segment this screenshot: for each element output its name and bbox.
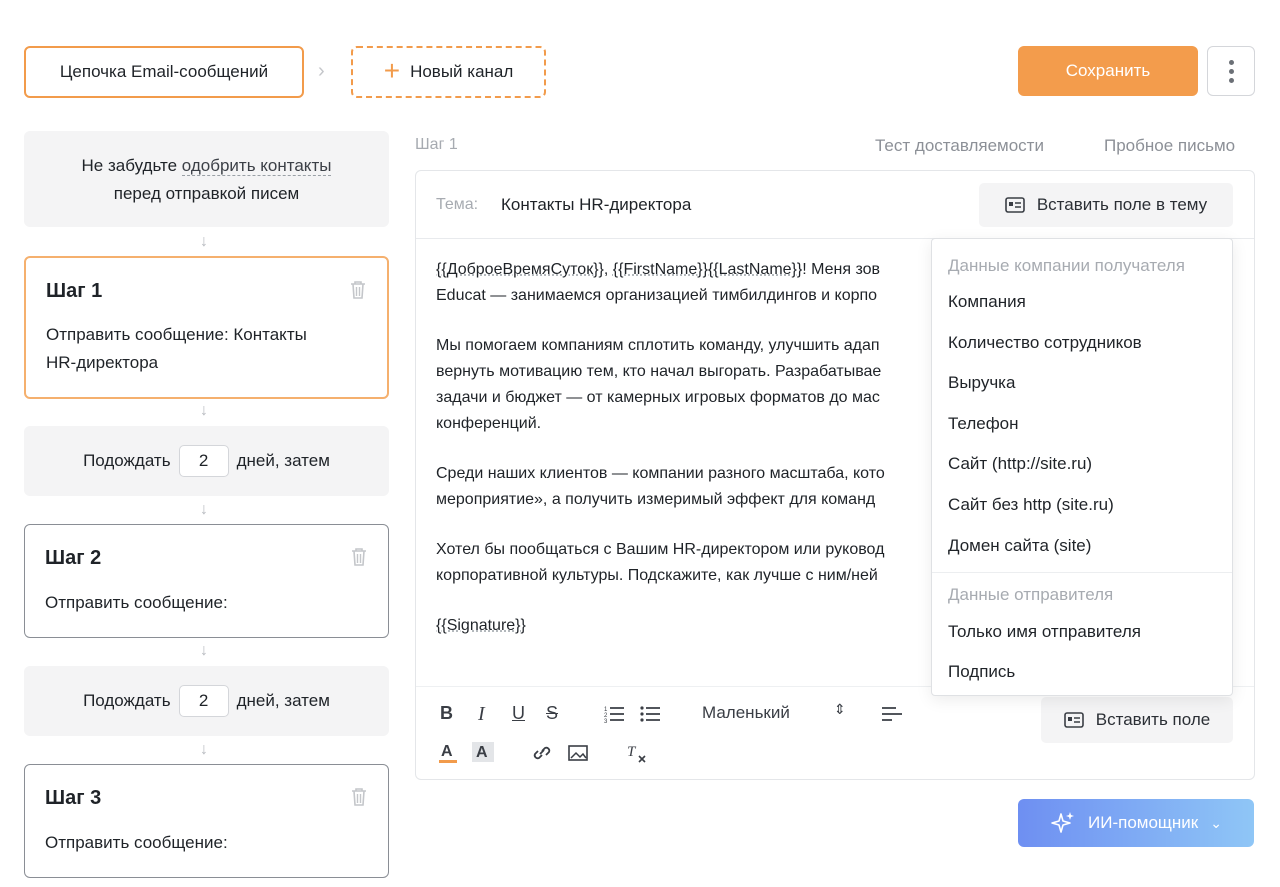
wait-label: Подождать bbox=[83, 691, 171, 710]
subject-row: Тема: Контакты HR-директора Вставить пол… bbox=[416, 171, 1254, 239]
wait-label: Подождать bbox=[83, 451, 171, 470]
test-email-link[interactable]: Пробное письмо bbox=[1104, 136, 1235, 156]
wait-days-input[interactable]: 2 bbox=[178, 685, 229, 717]
link-icon[interactable] bbox=[532, 744, 552, 762]
clear-formatting-icon[interactable]: T bbox=[626, 743, 648, 763]
subject-label: Тема: bbox=[436, 196, 479, 213]
bold-icon[interactable]: B bbox=[440, 703, 453, 724]
arrow-down-icon: ↓ bbox=[200, 501, 208, 518]
subject-input[interactable]: Контакты HR-директора bbox=[501, 195, 691, 215]
highlight-color-icon[interactable]: A bbox=[472, 741, 494, 765]
plus-icon: + bbox=[383, 54, 401, 86]
trash-icon[interactable] bbox=[350, 787, 368, 807]
dot-icon bbox=[1228, 59, 1234, 65]
id-card-icon bbox=[1005, 197, 1025, 213]
wait-days-input[interactable]: 2 bbox=[178, 445, 229, 477]
trash-icon[interactable] bbox=[350, 547, 368, 567]
arrow-down-icon: ↓ bbox=[200, 402, 208, 419]
reminder-suffix: перед отправкой писем bbox=[113, 184, 300, 203]
chevron-down-icon: ⌄ bbox=[1210, 814, 1222, 831]
reminder-prefix: Не забудьте bbox=[81, 156, 178, 175]
step-card-3[interactable]: Шаг 3 Отправить сообщение: bbox=[24, 764, 389, 878]
field-phone[interactable]: Телефон bbox=[948, 414, 1019, 434]
ai-assistant-label: ИИ-помощник bbox=[1088, 813, 1199, 832]
step-card-2[interactable]: Шаг 2 Отправить сообщение: bbox=[24, 524, 389, 638]
text-color-icon[interactable]: A bbox=[438, 741, 458, 765]
sparkles-icon bbox=[1051, 812, 1075, 833]
svg-text:3: 3 bbox=[604, 719, 608, 723]
wait-block: Подождать 2 дней, затем bbox=[24, 666, 389, 736]
dropdown-divider bbox=[932, 572, 1232, 573]
approve-contacts-reminder: Не забудьте одобрить контакты перед отпр… bbox=[24, 131, 389, 227]
field-site-no-http[interactable]: Сайт без http (site.ru) bbox=[948, 495, 1114, 515]
chevron-right-icon: › bbox=[318, 60, 325, 82]
trash-icon[interactable] bbox=[349, 280, 367, 300]
ai-assistant-button[interactable]: ИИ-помощник ⌄ bbox=[1018, 799, 1254, 847]
step-card-1[interactable]: Шаг 1 Отправить сообщение: Контакты HR-ди… bbox=[24, 256, 389, 399]
wait-suffix: дней, затем bbox=[236, 691, 330, 710]
new-channel-button[interactable]: + Новый канал bbox=[351, 46, 546, 98]
editor-step-label: Шаг 1 bbox=[415, 136, 458, 153]
step-title: Шаг 2 bbox=[45, 547, 102, 569]
wait-suffix: дней, затем bbox=[236, 451, 330, 470]
step-title: Шаг 1 bbox=[46, 280, 103, 302]
insert-field-button[interactable]: Вставить поле bbox=[1041, 697, 1233, 743]
insert-field-into-subject-button[interactable]: Вставить поле в тему bbox=[979, 183, 1233, 227]
field-signature[interactable]: Подпись bbox=[948, 662, 1015, 682]
deliverability-test-link[interactable]: Тест доставляемости bbox=[875, 136, 1044, 156]
font-size-select[interactable]: Маленький bbox=[702, 703, 790, 723]
tab-email-chain[interactable]: Цепочка Email-сообщений bbox=[24, 46, 304, 98]
select-arrows-icon: ⇕ bbox=[834, 701, 846, 717]
arrow-down-icon: ↓ bbox=[200, 741, 208, 758]
dot-icon bbox=[1228, 77, 1234, 83]
insert-subject-label: Вставить поле в тему bbox=[1036, 195, 1208, 214]
step-text: Отправить сообщение: bbox=[45, 593, 228, 612]
arrow-down-icon: ↓ bbox=[200, 642, 208, 659]
wait-block: Подождать 2 дней, затем bbox=[24, 426, 389, 496]
strikethrough-icon[interactable]: S bbox=[546, 703, 558, 724]
id-card-icon bbox=[1063, 712, 1084, 728]
field-site-domain[interactable]: Домен сайта (site) bbox=[948, 536, 1091, 556]
arrow-down-icon: ↓ bbox=[200, 233, 208, 250]
email-body[interactable]: {{ДоброеВремяСуток}}, {{FirstName}}{{Las… bbox=[436, 257, 956, 663]
insert-field-dropdown: Данные компании получателя Компания Коли… bbox=[931, 238, 1233, 696]
field-employee-count[interactable]: Количество сотрудников bbox=[948, 333, 1142, 353]
bullet-list-icon[interactable] bbox=[640, 705, 660, 723]
field-company[interactable]: Компания bbox=[948, 292, 1026, 312]
svg-text:A: A bbox=[476, 744, 488, 761]
more-menu-button[interactable] bbox=[1207, 46, 1255, 96]
image-icon[interactable] bbox=[568, 744, 588, 762]
field-site-http[interactable]: Сайт (http://site.ru) bbox=[948, 454, 1092, 474]
align-left-icon[interactable] bbox=[882, 705, 902, 723]
step-text: Отправить сообщение: bbox=[45, 833, 228, 852]
step-title: Шаг 3 bbox=[45, 787, 102, 809]
new-channel-label: Новый канал bbox=[410, 62, 514, 81]
numbered-list-icon[interactable]: 123 bbox=[604, 705, 624, 723]
field-revenue[interactable]: Выручка bbox=[948, 373, 1015, 393]
underline-icon[interactable]: U bbox=[512, 703, 525, 724]
italic-icon[interactable]: I bbox=[478, 703, 485, 726]
svg-text:T: T bbox=[627, 744, 637, 760]
svg-text:A: A bbox=[441, 743, 453, 760]
sender-data-header: Данные отправителя bbox=[948, 585, 1114, 604]
dot-icon bbox=[1228, 68, 1234, 74]
approve-contacts-link[interactable]: одобрить контакты bbox=[181, 156, 332, 176]
recipient-data-header: Данные компании получателя bbox=[948, 256, 1185, 275]
field-sender-name[interactable]: Только имя отправителя bbox=[948, 622, 1141, 642]
insert-field-label: Вставить поле bbox=[1095, 710, 1211, 729]
step-text: Отправить сообщение: Контакты HR-директор… bbox=[46, 325, 307, 372]
save-button[interactable]: Сохранить bbox=[1018, 46, 1198, 96]
